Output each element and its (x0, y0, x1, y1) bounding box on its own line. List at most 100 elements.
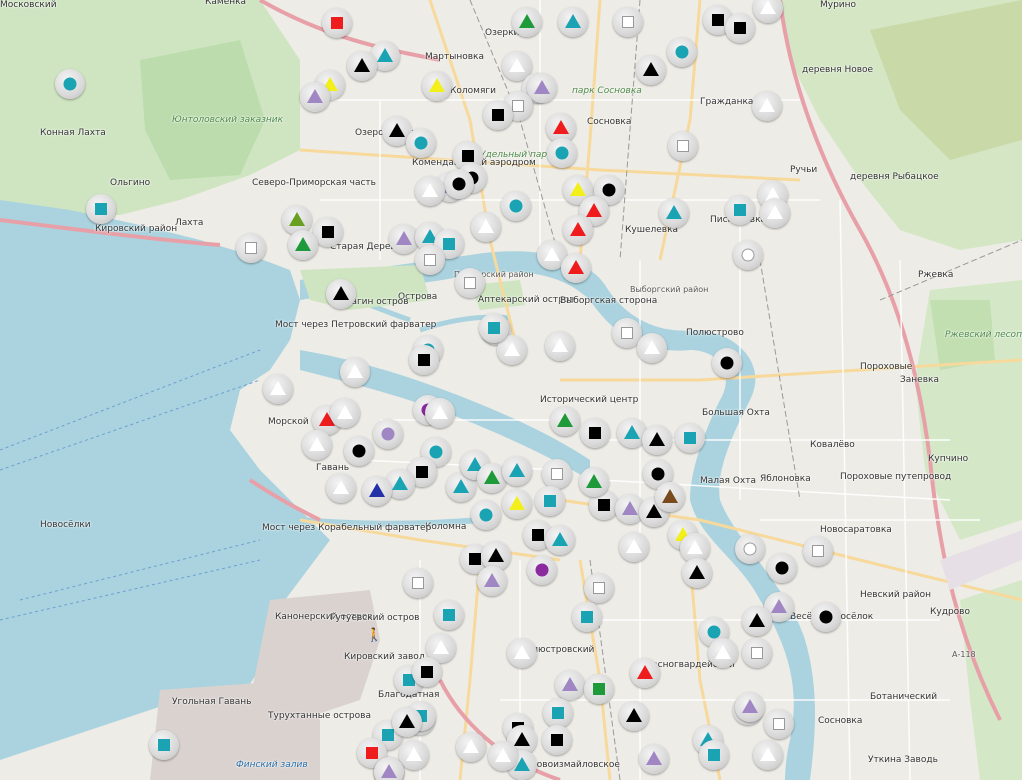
map-marker-circle[interactable] (767, 553, 797, 583)
map-marker-square[interactable] (725, 195, 755, 225)
map-marker-square[interactable] (584, 674, 614, 704)
map-marker-triangle[interactable] (545, 525, 575, 555)
map-marker-circle[interactable] (444, 169, 474, 199)
map-marker-circle[interactable] (712, 348, 742, 378)
map-marker-triangle[interactable] (488, 741, 518, 771)
map-marker-triangle[interactable] (545, 331, 575, 361)
map-marker-circle[interactable] (501, 191, 531, 221)
map-marker-square[interactable] (580, 418, 610, 448)
map-marker-triangle[interactable] (362, 476, 392, 506)
map-marker-square[interactable] (613, 7, 643, 37)
map-marker-triangle[interactable] (330, 398, 360, 428)
black-triangle-icon (399, 714, 415, 728)
map-marker-triangle[interactable] (512, 7, 542, 37)
map-marker-triangle[interactable] (456, 732, 486, 762)
map-marker-triangle[interactable] (642, 425, 672, 455)
map-marker-triangle[interactable] (636, 55, 666, 85)
map-marker-square[interactable] (483, 100, 513, 130)
map-marker-triangle[interactable] (659, 198, 689, 228)
map-marker-square[interactable] (409, 345, 439, 375)
map-marker-triangle[interactable] (347, 51, 377, 81)
map-marker-triangle[interactable] (742, 606, 772, 636)
map-marker-triangle[interactable] (288, 230, 318, 260)
lavender-triangle-icon (396, 231, 412, 245)
map-marker-circle[interactable] (55, 69, 85, 99)
map-marker-triangle[interactable] (682, 558, 712, 588)
map-marker-triangle[interactable] (550, 406, 580, 436)
map-marker-triangle[interactable] (340, 357, 370, 387)
map-marker-triangle[interactable] (326, 473, 356, 503)
map-marker-triangle[interactable] (263, 374, 293, 404)
map-marker-square[interactable] (584, 573, 614, 603)
map-canvas[interactable]: Каменка Мурино Озерки деревня Новое Мартынов… (0, 0, 1022, 780)
map-marker-square[interactable] (434, 600, 464, 630)
map-marker-triangle[interactable] (630, 658, 660, 688)
map-marker-triangle[interactable] (415, 176, 445, 206)
map-marker-triangle[interactable] (619, 701, 649, 731)
map-marker-square[interactable] (542, 725, 572, 755)
map-marker-triangle[interactable] (760, 198, 790, 228)
map-marker-square[interactable] (415, 245, 445, 275)
map-marker-square[interactable] (725, 13, 755, 43)
map-marker-circle[interactable] (733, 240, 763, 270)
map-marker-triangle[interactable] (561, 253, 591, 283)
map-marker-circle[interactable] (811, 602, 841, 632)
map-marker-square[interactable] (149, 730, 179, 760)
map-marker-square[interactable] (542, 459, 572, 489)
map-marker-square[interactable] (236, 233, 266, 263)
map-marker-triangle[interactable] (637, 333, 667, 363)
map-marker-triangle[interactable] (502, 489, 532, 519)
map-marker-square[interactable] (403, 568, 433, 598)
map-marker-triangle[interactable] (507, 638, 537, 668)
map-marker-circle[interactable] (406, 128, 436, 158)
map-marker-square[interactable] (535, 486, 565, 516)
map-marker-triangle[interactable] (563, 215, 593, 245)
map-marker-square[interactable] (742, 638, 772, 668)
map-marker-square[interactable] (86, 194, 116, 224)
map-marker-triangle[interactable] (708, 638, 738, 668)
map-marker-triangle[interactable] (399, 740, 429, 770)
map-marker-square[interactable] (668, 131, 698, 161)
map-marker-triangle[interactable] (300, 82, 330, 112)
map-marker-square[interactable] (479, 313, 509, 343)
map-marker-triangle[interactable] (302, 430, 332, 460)
map-marker-circle[interactable] (527, 555, 557, 585)
map-marker-triangle[interactable] (639, 744, 669, 774)
black-circle-icon (819, 610, 833, 624)
map-marker-triangle[interactable] (619, 532, 649, 562)
map-marker-square[interactable] (699, 740, 729, 770)
map-marker-circle[interactable] (735, 534, 765, 564)
map-marker-square[interactable] (322, 8, 352, 38)
map-marker-triangle[interactable] (502, 456, 532, 486)
map-marker-triangle[interactable] (753, 740, 783, 770)
white-square-icon (751, 647, 763, 659)
red-triangle-icon (568, 260, 584, 274)
map-marker-triangle[interactable] (735, 692, 765, 722)
map-marker-circle[interactable] (471, 500, 501, 530)
map-marker-triangle[interactable] (392, 707, 422, 737)
map-marker-circle[interactable] (344, 436, 374, 466)
map-marker-square[interactable] (572, 602, 602, 632)
map-marker-triangle[interactable] (425, 398, 455, 428)
map-marker-triangle[interactable] (422, 71, 452, 101)
pedestrian-icon[interactable]: 🚶 (366, 628, 382, 644)
map-marker-square[interactable] (803, 536, 833, 566)
map-marker-triangle[interactable] (655, 482, 685, 512)
map-marker-triangle[interactable] (752, 91, 782, 121)
map-marker-circle[interactable] (373, 419, 403, 449)
map-marker-triangle[interactable] (471, 212, 501, 242)
map-marker-triangle[interactable] (374, 757, 404, 780)
map-marker-triangle[interactable] (579, 467, 609, 497)
map-marker-triangle[interactable] (558, 7, 588, 37)
yellow-triangle-icon (509, 496, 525, 510)
map-marker-circle[interactable] (547, 138, 577, 168)
map-marker-triangle[interactable] (477, 566, 507, 596)
map-marker-square[interactable] (455, 268, 485, 298)
map-marker-square[interactable] (675, 423, 705, 453)
map-marker-square[interactable] (543, 698, 573, 728)
map-marker-triangle[interactable] (326, 279, 356, 309)
map-marker-square[interactable] (412, 657, 442, 687)
map-marker-triangle[interactable] (555, 670, 585, 700)
map-marker-circle[interactable] (667, 37, 697, 67)
map-marker-square[interactable] (764, 709, 794, 739)
